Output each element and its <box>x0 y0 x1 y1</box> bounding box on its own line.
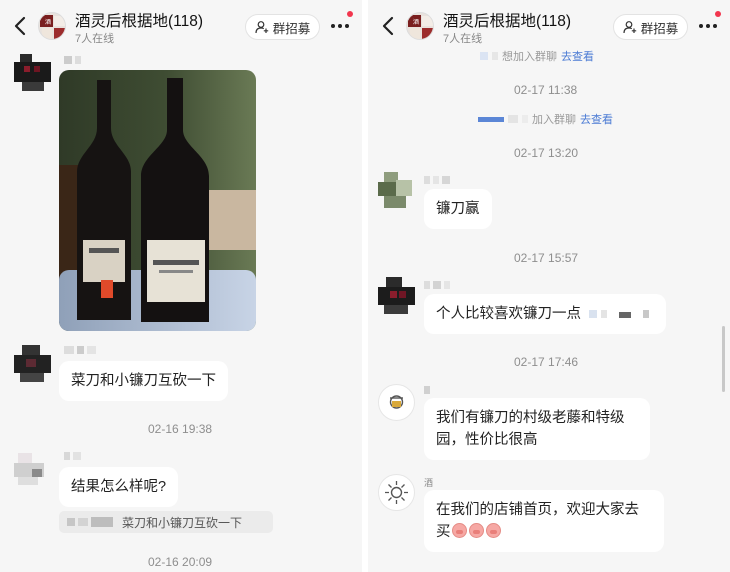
sender-name-blurred <box>64 452 81 460</box>
right-chat-screen: 酒 酒灵后根据地(118) 7人在线 群招募 想加入群聊 去查看 02-17 1… <box>368 0 730 572</box>
system-notice-text: 加入群聊 <box>532 114 576 126</box>
avatar[interactable] <box>378 277 415 314</box>
scrollbar[interactable] <box>722 326 725 392</box>
add-user-icon <box>623 21 636 34</box>
avatar[interactable] <box>378 384 415 421</box>
message-timestamp: 02-16 19:38 <box>148 422 213 436</box>
message-timestamp: 02-16 20:09 <box>148 555 213 569</box>
more-options-icon[interactable] <box>328 14 352 38</box>
wine-bottles-photo[interactable] <box>59 70 256 331</box>
left-chat-screen: 酒 酒灵后根据地(118) 7人在线 群招募 菜刀和小镰刀互砍一下 02-16 … <box>0 0 362 572</box>
notification-dot <box>715 11 721 17</box>
pig-emoji-icon <box>485 523 501 538</box>
chat-header: 酒 酒灵后根据地(118) 7人在线 群招募 <box>368 0 730 52</box>
sender-name-blurred <box>424 176 450 184</box>
sender-name-blurred <box>424 281 450 289</box>
message-timestamp: 02-17 17:46 <box>514 355 579 369</box>
system-notice: 加入群聊 去查看 <box>478 111 613 127</box>
online-count: 7人在线 <box>75 33 115 45</box>
svg-text:酒: 酒 <box>413 18 419 26</box>
avatar[interactable] <box>14 451 51 488</box>
message-bubble[interactable]: 个人比较喜欢镰刀一点 <box>424 294 666 334</box>
message-text: 在我们的店铺首页，欢迎大家去买 <box>436 502 639 540</box>
more-options-icon[interactable] <box>696 14 720 38</box>
sender-name-blurred <box>64 56 81 64</box>
message-text: 个人比较喜欢镰刀一点 <box>436 306 581 322</box>
group-title: 酒灵后根据地(118) <box>75 13 204 30</box>
message-timestamp: 02-17 13:20 <box>514 146 579 160</box>
message-timestamp: 02-17 15:57 <box>514 251 579 265</box>
sender-name-blurred <box>424 386 430 394</box>
avatar[interactable] <box>378 172 415 209</box>
quoted-reply[interactable]: 菜刀和小镰刀互砍一下 <box>59 511 273 533</box>
group-avatar[interactable]: 酒 <box>406 12 434 40</box>
back-arrow-icon[interactable] <box>10 14 32 38</box>
recruit-button[interactable]: 群招募 <box>613 14 688 40</box>
recruit-button[interactable]: 群招募 <box>245 14 320 40</box>
message-bubble[interactable]: 结果怎么样呢? <box>59 467 179 507</box>
online-count: 7人在线 <box>443 33 483 45</box>
avatar[interactable] <box>14 54 51 91</box>
system-notice: 想加入群聊 去查看 <box>480 48 594 64</box>
avatar[interactable] <box>14 345 51 382</box>
view-link[interactable]: 去查看 <box>580 111 613 127</box>
back-arrow-icon[interactable] <box>378 14 400 38</box>
chat-header: 酒 酒灵后根据地(118) 7人在线 群招募 <box>0 0 362 52</box>
message-timestamp: 02-17 11:38 <box>514 83 578 97</box>
recruit-label: 群招募 <box>272 21 311 36</box>
message-bubble[interactable]: 菜刀和小镰刀互砍一下 <box>59 361 228 401</box>
recruit-label: 群招募 <box>640 21 679 36</box>
message-bubble[interactable]: 镰刀赢 <box>424 189 492 229</box>
group-title: 酒灵后根据地(118) <box>443 13 572 30</box>
pig-emoji-icon <box>451 523 467 538</box>
message-bubble[interactable]: 在我们的店铺首页，欢迎大家去买 <box>424 490 664 552</box>
view-link[interactable]: 去查看 <box>561 48 594 64</box>
sender-name-blurred <box>64 346 96 354</box>
quoted-text: 菜刀和小镰刀互砍一下 <box>122 515 243 530</box>
sender-name: 酒 <box>424 478 434 488</box>
avatar[interactable] <box>378 474 415 511</box>
svg-text:酒: 酒 <box>45 18 51 26</box>
add-user-icon <box>255 21 268 34</box>
system-notice-text: 想加入群聊 <box>502 51 557 63</box>
pig-emoji-icon <box>468 523 484 538</box>
message-bubble[interactable]: 我们有镰刀的村级老藤和特级园，性价比很高 <box>424 398 650 460</box>
notification-dot <box>347 11 353 17</box>
group-avatar[interactable]: 酒 <box>38 12 66 40</box>
